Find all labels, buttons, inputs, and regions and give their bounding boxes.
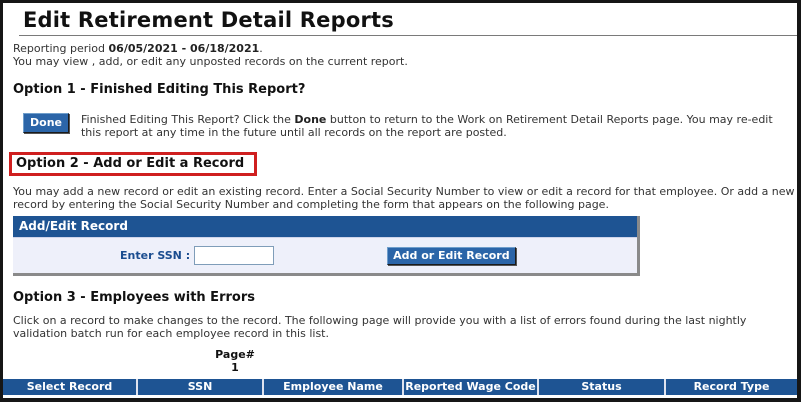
cell-reported-wage-code: Regular wages	[403, 395, 538, 402]
title-divider	[19, 35, 797, 36]
page-title: Edit Retirement Detail Reports	[23, 8, 797, 32]
header-reported-wage-code: Reported Wage Code	[403, 379, 538, 395]
table-row: select xxx-xx-0237 DOE, JOE Regular wage…	[3, 395, 797, 402]
header-employee-name: Employee Name	[263, 379, 403, 395]
header-select-record: Select Record	[3, 379, 137, 395]
header-ssn: SSN	[137, 379, 263, 395]
add-edit-record-panel: Add/Edit Record Enter SSN : Add or Edit …	[13, 216, 640, 276]
reporting-period-suffix: .	[259, 42, 263, 55]
table-header-row: Select Record SSN Employee Name Reported…	[3, 379, 797, 395]
option1-description: Finished Editing This Report? Click the …	[81, 113, 793, 139]
page-indicator: Page# 1	[213, 348, 257, 374]
option1-desc-before: Finished Editing This Report? Click the	[81, 113, 294, 126]
enter-ssn-label: Enter SSN :	[120, 249, 190, 262]
cell-employee-name: DOE, JOE	[263, 395, 403, 402]
select-record-link[interactable]: select	[54, 396, 87, 402]
option3-description: Click on a record to make changes to the…	[13, 314, 795, 340]
option3-heading: Option 3 - Employees with Errors	[13, 290, 797, 305]
reporting-period-line: Reporting period 06/05/2021 - 06/18/2021…	[13, 42, 797, 68]
header-status: Status	[538, 379, 665, 395]
option1-desc-bold: Done	[294, 113, 326, 126]
option1-done-row: Done Finished Editing This Report? Click…	[23, 113, 797, 139]
page-indicator-number: 1	[231, 361, 239, 374]
header-record-type: Record Type	[665, 379, 797, 395]
add-edit-record-panel-body: Enter SSN : Add or Edit Record	[13, 238, 637, 273]
add-edit-record-panel-title: Add/Edit Record	[13, 216, 637, 238]
option2-highlight-box: Option 2 - Add or Edit a Record	[9, 152, 257, 176]
edit-retirement-detail-reports-page: Edit Retirement Detail Reports Reporting…	[0, 0, 801, 402]
reporting-period-dates: 06/05/2021 - 06/18/2021	[109, 42, 260, 55]
add-or-edit-record-button[interactable]: Add or Edit Record	[387, 247, 515, 265]
done-button[interactable]: Done	[23, 113, 69, 133]
cell-status: Suspended	[538, 395, 665, 402]
option2-heading: Option 2 - Add or Edit a Record	[16, 156, 244, 171]
page-indicator-label: Page#	[215, 348, 255, 361]
option2-description: You may add a new record or edit an exis…	[13, 185, 795, 211]
reporting-period-label: Reporting period	[13, 42, 109, 55]
ssn-input[interactable]	[194, 246, 274, 265]
employees-with-errors-table: Select Record SSN Employee Name Reported…	[3, 379, 797, 402]
cell-select-record: select	[3, 395, 137, 402]
cell-ssn: xxx-xx-0237	[137, 395, 263, 402]
intro-text: You may view , add, or edit any unposted…	[13, 55, 408, 68]
cell-record-type: DTL2	[665, 395, 797, 402]
option1-heading: Option 1 - Finished Editing This Report?	[13, 82, 797, 97]
option2-heading-wrap: Option 2 - Add or Edit a Record	[9, 152, 797, 176]
